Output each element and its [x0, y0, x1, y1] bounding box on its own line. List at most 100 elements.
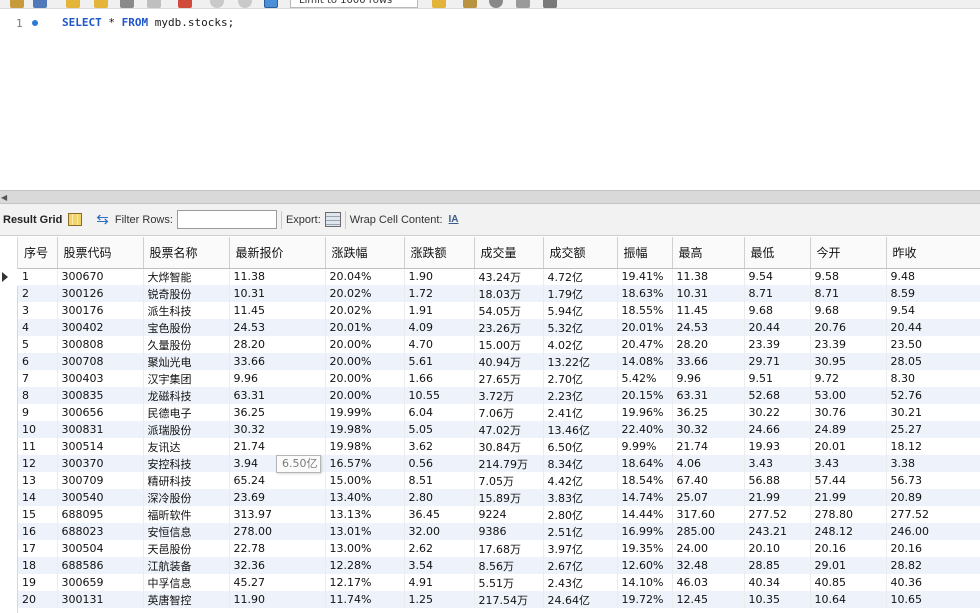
table-cell[interactable]: 5.94亿 — [543, 302, 618, 319]
table-cell[interactable]: 8.59 — [886, 285, 980, 302]
table-cell[interactable]: 安控科技 — [143, 455, 230, 472]
table-cell[interactable]: 300831 — [57, 421, 144, 438]
table-cell[interactable]: 40.36 — [886, 574, 980, 591]
table-cell[interactable]: 11.45 — [229, 302, 326, 319]
table-cell[interactable]: 5.32亿 — [543, 319, 618, 336]
table-cell[interactable]: 30.84万 — [474, 438, 544, 455]
table-cell[interactable]: 20.01% — [617, 319, 673, 336]
table-cell[interactable]: 25.27 — [886, 421, 980, 438]
table-cell[interactable]: 47.02万 — [474, 421, 544, 438]
table-cell[interactable]: 248.12 — [810, 523, 887, 540]
table-cell[interactable]: 派瑞股份 — [143, 421, 230, 438]
table-cell[interactable]: 13.40% — [325, 489, 405, 506]
table-cell[interactable]: 8.30 — [886, 370, 980, 387]
table-cell[interactable]: 63.31 — [229, 387, 326, 404]
table-cell[interactable]: 45.27 — [229, 574, 326, 591]
table-cell[interactable]: 19.98% — [325, 421, 405, 438]
table-cell[interactable]: 16.57% — [325, 455, 405, 472]
table-cell[interactable]: 9.96 — [229, 370, 326, 387]
table-cell[interactable]: 24.00 — [672, 540, 745, 557]
table-cell[interactable]: 23.26万 — [474, 319, 544, 336]
table-cell[interactable]: 5.05 — [404, 421, 475, 438]
table-cell[interactable]: 36.25 — [229, 404, 326, 421]
table-cell[interactable]: 精研科技 — [143, 472, 230, 489]
column-header[interactable]: 振幅 — [617, 237, 673, 269]
table-cell[interactable]: 8.34亿 — [543, 455, 618, 472]
table-cell[interactable]: 43.24万 — [474, 268, 544, 285]
export-icon[interactable] — [324, 212, 341, 227]
wrap-cell-content-icon[interactable]: IA — [449, 214, 459, 225]
table-cell[interactable]: 243.21 — [744, 523, 811, 540]
table-cell[interactable]: 9.54 — [744, 268, 811, 285]
table-cell[interactable]: 56.88 — [744, 472, 811, 489]
save-icon[interactable] — [33, 0, 47, 8]
table-cell[interactable]: 300835 — [57, 387, 144, 404]
table-cell[interactable]: 8.71 — [810, 285, 887, 302]
table-cell[interactable]: 20 — [18, 591, 58, 608]
beautify-icon[interactable] — [432, 0, 446, 8]
table-cell[interactable]: 10.55 — [404, 387, 475, 404]
table-cell[interactable]: 27.65万 — [474, 370, 544, 387]
table-cell[interactable]: 19.99% — [325, 404, 405, 421]
table-cell[interactable]: 福昕软件 — [143, 506, 230, 523]
table-cell[interactable]: 9.96 — [672, 370, 745, 387]
table-cell[interactable]: 3.97亿 — [543, 540, 618, 557]
table-cell[interactable]: 24.89 — [810, 421, 887, 438]
table-cell[interactable]: 英唐智控 — [143, 591, 230, 608]
table-cell[interactable]: 67.40 — [672, 472, 745, 489]
column-header[interactable]: 涨跌幅 — [325, 237, 405, 269]
table-cell[interactable]: 3.54 — [404, 557, 475, 574]
table-cell[interactable]: 300540 — [57, 489, 144, 506]
table-cell[interactable]: 300656 — [57, 404, 144, 421]
table-cell[interactable]: 20.15% — [617, 387, 673, 404]
table-cell[interactable]: 9386 — [474, 523, 544, 540]
row-selector-gutter[interactable] — [0, 237, 18, 613]
table-cell[interactable]: 龙磁科技 — [143, 387, 230, 404]
table-cell[interactable]: 9.68 — [744, 302, 811, 319]
table-cell[interactable]: 300370 — [57, 455, 144, 472]
table-row[interactable]: 5 300808 久量股份 28.20 20.00% 4.70 15.00万 4.02亿 20.… — [18, 336, 980, 353]
table-cell[interactable]: 13.01% — [325, 523, 405, 540]
table-cell[interactable]: 300131 — [57, 591, 144, 608]
column-header[interactable]: 涨跌额 — [404, 237, 475, 269]
snippet-icon[interactable] — [463, 0, 477, 8]
table-cell[interactable]: 11.45 — [672, 302, 745, 319]
table-cell[interactable]: 20.44 — [744, 319, 811, 336]
table-cell[interactable]: 20.00% — [325, 387, 405, 404]
result-grid[interactable]: 序号 股票代码 股票名称 最新报价 涨跌幅 涨跌额 成交量 成交额 振幅 最高 最低 今开 昨收 1 30… — [0, 237, 980, 613]
table-cell[interactable]: 24.53 — [229, 319, 326, 336]
table-cell[interactable]: 52.76 — [886, 387, 980, 404]
table-cell[interactable]: 19.72% — [617, 591, 673, 608]
table-cell[interactable]: 5 — [18, 336, 58, 353]
table-cell[interactable]: 57.44 — [810, 472, 887, 489]
table-cell[interactable]: 46.03 — [672, 574, 745, 591]
table-row[interactable]: 3 300176 派生科技 11.45 20.02% 1.91 54.05万 5.94亿 18.… — [18, 302, 980, 319]
table-cell[interactable]: 20.02% — [325, 302, 405, 319]
table-cell[interactable]: 12.45 — [672, 591, 745, 608]
table-cell[interactable]: 15.00万 — [474, 336, 544, 353]
table-cell[interactable]: 300709 — [57, 472, 144, 489]
table-cell[interactable]: 18.63% — [617, 285, 673, 302]
panel-splitter[interactable]: ◀ — [0, 190, 980, 204]
table-cell[interactable]: 19.98% — [325, 438, 405, 455]
table-cell[interactable]: 300670 — [57, 268, 144, 285]
table-cell[interactable]: 32.48 — [672, 557, 745, 574]
table-cell[interactable]: 18.03万 — [474, 285, 544, 302]
table-cell[interactable]: 4.42亿 — [543, 472, 618, 489]
table-cell[interactable]: 锐奇股份 — [143, 285, 230, 302]
table-cell[interactable]: 22.40% — [617, 421, 673, 438]
table-cell[interactable]: 2.80 — [404, 489, 475, 506]
table-cell[interactable]: 53.00 — [810, 387, 887, 404]
table-cell[interactable]: 217.54万 — [474, 591, 544, 608]
table-cell[interactable]: 18 — [18, 557, 58, 574]
execute-current-icon[interactable] — [94, 0, 108, 8]
table-cell[interactable]: 6.50亿 — [543, 438, 618, 455]
table-cell[interactable]: 13 — [18, 472, 58, 489]
table-cell[interactable]: 13.00% — [325, 540, 405, 557]
result-grid-label[interactable]: Result Grid — [3, 214, 62, 226]
table-row[interactable]: 14 300540 深冷股份 23.69 13.40% 2.80 15.89万 3.83亿 14… — [18, 489, 980, 506]
table-cell[interactable]: 19.96% — [617, 404, 673, 421]
table-cell[interactable]: 18.54% — [617, 472, 673, 489]
column-header[interactable]: 股票代码 — [57, 237, 144, 269]
table-row[interactable]: 13 300709 精研科技 65.24 15.00% 8.51 7.05万 4.42亿 18.… — [18, 472, 980, 489]
